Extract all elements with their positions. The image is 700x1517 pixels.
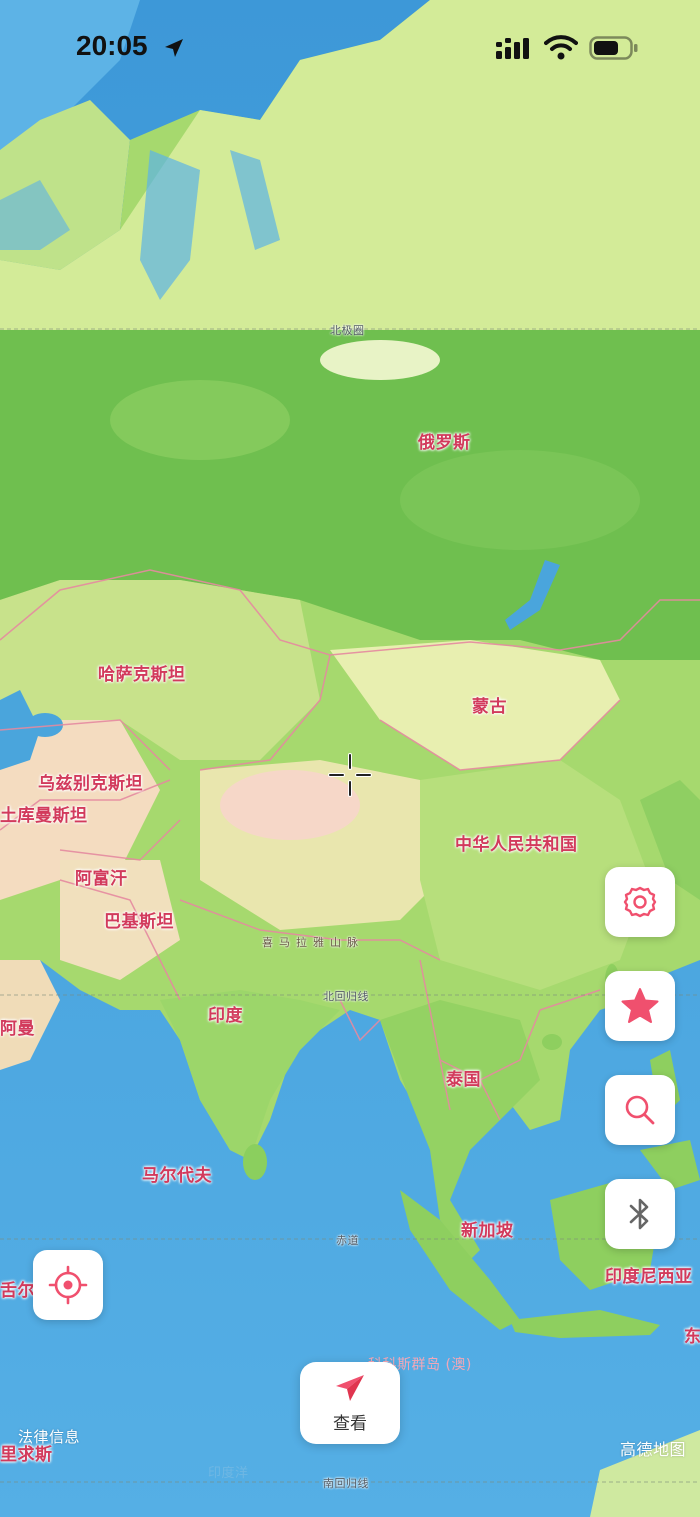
himalaya-label: 喜马拉雅山脉 (262, 936, 364, 949)
search-button[interactable] (605, 1075, 675, 1145)
country-label-turkmenistan[interactable]: 土库曼斯坦 (0, 801, 88, 826)
view-button-label: 查看 (333, 1413, 367, 1434)
map-screen[interactable]: 北极圈 俄罗斯 哈萨克斯坦 蒙古 乌兹别克斯坦 土库曼斯坦 中华人民共和国 阿富… (0, 0, 700, 1517)
status-time: 20:05 (76, 30, 148, 61)
map-center-crosshair (328, 753, 372, 797)
country-label-thailand[interactable]: 泰国 (446, 1065, 481, 1090)
tropic-of-capricorn-label: 南回归线 (323, 1477, 369, 1490)
country-label-oman[interactable]: 阿曼 (0, 1014, 35, 1039)
country-label-singapore[interactable]: 新加坡 (461, 1216, 514, 1241)
country-label-indonesia[interactable]: 印度尼西亚 (605, 1262, 693, 1287)
wifi-icon (544, 35, 578, 60)
locate-me-button[interactable] (33, 1250, 103, 1320)
indian-ocean-label: 印度洋 (208, 1466, 249, 1481)
gear-icon (623, 886, 657, 918)
bluetooth-button[interactable] (605, 1179, 675, 1249)
country-label-kazakhstan[interactable]: 哈萨克斯坦 (98, 660, 186, 685)
settings-button[interactable] (605, 867, 675, 937)
country-label-russia[interactable]: 俄罗斯 (418, 428, 471, 453)
country-label-india[interactable]: 印度 (208, 1001, 243, 1026)
country-label-seychelles[interactable]: 舌尔 (0, 1276, 35, 1301)
country-label-east-timor[interactable]: 东 (684, 1322, 700, 1347)
star-icon (621, 988, 659, 1023)
country-label-afghanistan[interactable]: 阿富汗 (75, 864, 128, 889)
country-label-uzbekistan[interactable]: 乌兹别克斯坦 (38, 769, 143, 794)
arctic-circle-label: 北极圈 (330, 324, 365, 337)
locate-target-icon (48, 1265, 88, 1305)
favorites-button[interactable] (605, 971, 675, 1041)
cellular-signal-icon (496, 38, 529, 59)
country-label-mauritius[interactable]: 里求斯 (0, 1440, 53, 1465)
equator-label: 赤道 (336, 1234, 359, 1247)
location-arrow-icon (165, 39, 183, 57)
bluetooth-icon (629, 1198, 649, 1230)
country-label-maldives[interactable]: 马尔代夫 (142, 1161, 212, 1186)
provider-watermark: 高德地图 (620, 1440, 687, 1459)
status-bar: 20:05 (0, 0, 700, 95)
paper-plane-icon (336, 1374, 364, 1401)
country-label-mongolia[interactable]: 蒙古 (472, 692, 507, 717)
battery-icon (589, 36, 638, 60)
tropic-of-cancer-label: 北回归线 (323, 990, 369, 1003)
country-label-pakistan[interactable]: 巴基斯坦 (104, 907, 174, 932)
view-button[interactable]: 查看 (300, 1362, 400, 1444)
country-label-china[interactable]: 中华人民共和国 (455, 830, 578, 855)
search-icon (625, 1095, 655, 1125)
